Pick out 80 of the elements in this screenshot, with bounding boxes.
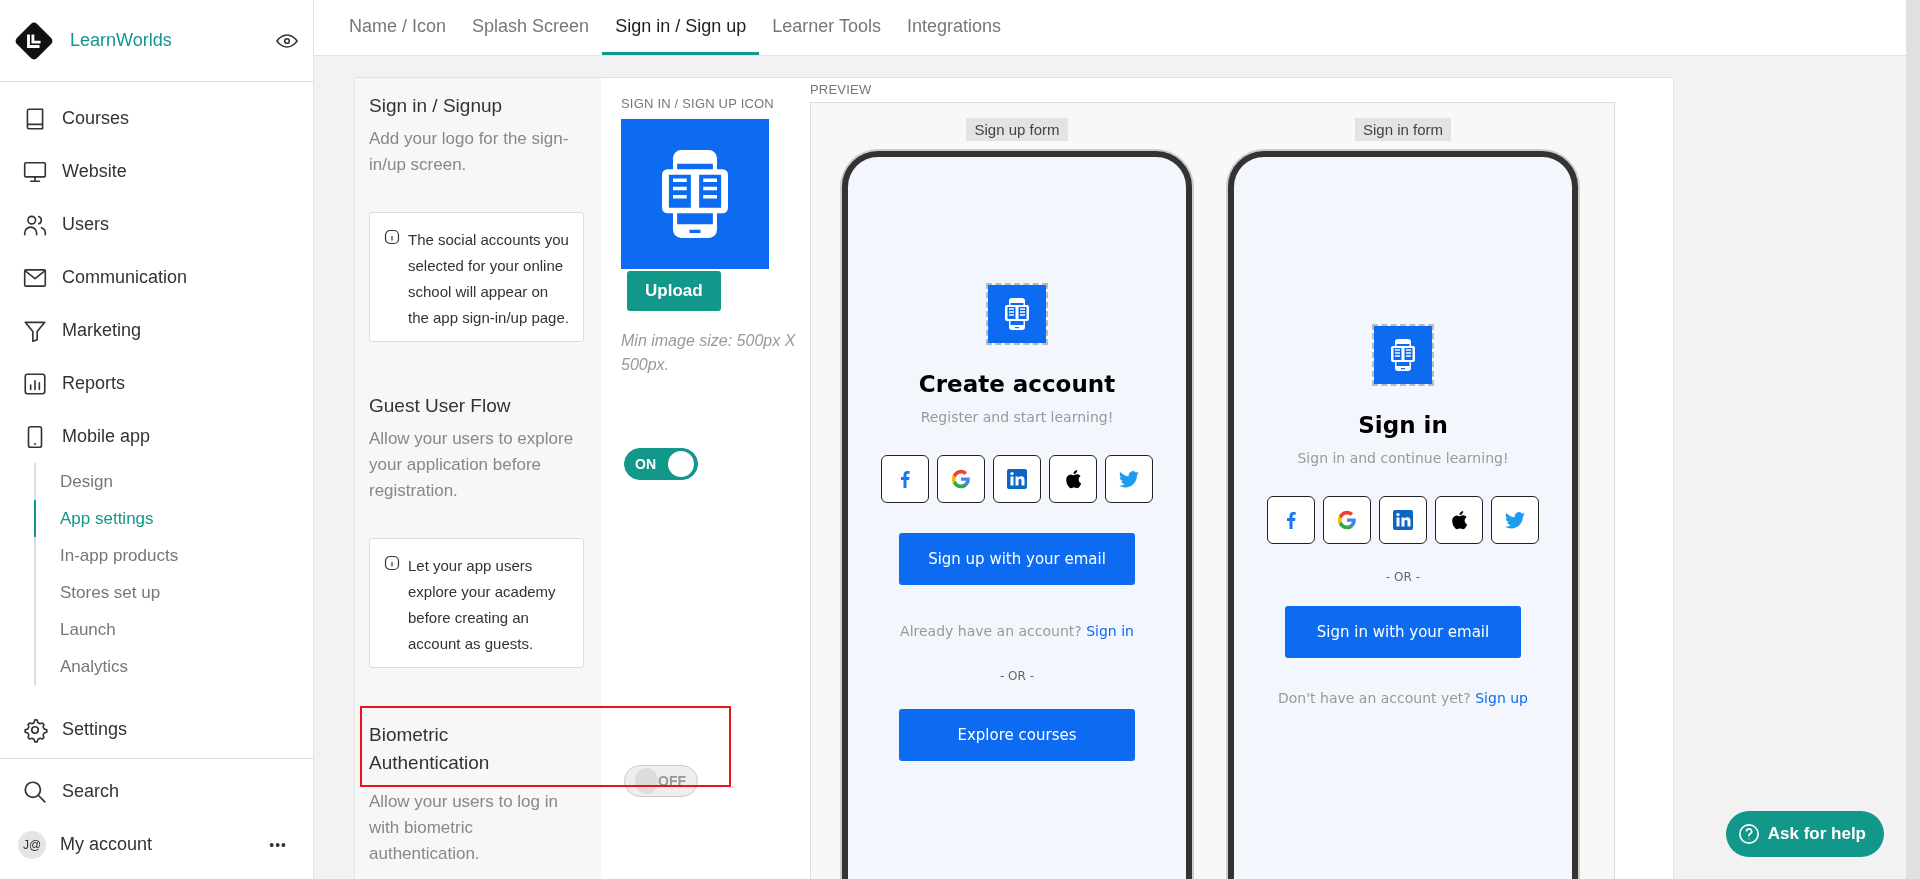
section-description: Allow your users to log in with biometric authentication. <box>369 791 559 865</box>
prompt-text: Don't have an account yet? <box>1278 690 1471 706</box>
tab[interactable]: Integrations <box>893 0 1015 55</box>
form-title: Sign in <box>1358 412 1448 438</box>
facebook-icon <box>1286 511 1296 529</box>
nav-item[interactable]: Website <box>0 145 313 198</box>
form-subtitle: Sign in and continue learning! <box>1297 450 1509 466</box>
form-button[interactable]: Sign in with your email <box>1285 606 1521 658</box>
info-icon <box>384 229 400 245</box>
linkedin-button[interactable] <box>1379 496 1427 544</box>
google-icon <box>950 468 972 490</box>
apple-button[interactable] <box>1049 455 1097 503</box>
submenu-item[interactable]: Launch <box>34 611 313 648</box>
scrollbar[interactable] <box>1906 0 1920 879</box>
twitter-button[interactable] <box>1105 455 1153 503</box>
tab[interactable]: Learner Tools <box>759 0 894 55</box>
facebook-button[interactable] <box>1267 496 1315 544</box>
upload-button[interactable]: Upload <box>627 271 721 311</box>
or-divider: - OR - <box>999 669 1035 683</box>
linkedin-icon <box>1007 469 1027 489</box>
google-button[interactable] <box>937 455 985 503</box>
tab[interactable]: Name / Icon <box>336 0 460 55</box>
form-subtitle: Register and start learning! <box>920 409 1114 425</box>
prompt-text: Already have an account? <box>900 623 1082 639</box>
twitter-icon <box>1505 511 1525 529</box>
submenu-item[interactable]: Analytics <box>34 648 313 685</box>
note-text: Let your app users explore your academy before creating an account as guests. <box>408 556 557 654</box>
twitter-button[interactable] <box>1491 496 1539 544</box>
help-button[interactable]: Ask for help <box>1725 811 1884 857</box>
form-title: Create account <box>918 371 1116 397</box>
settings-icon <box>22 716 48 743</box>
brand-name[interactable]: LearnWorlds <box>70 30 261 51</box>
account-label[interactable]: My account <box>60 834 256 855</box>
nav-item[interactable]: Users <box>0 198 313 251</box>
apple-button[interactable] <box>1435 496 1483 544</box>
chart-icon <box>22 370 48 397</box>
tab[interactable]: Sign in / Sign up <box>602 0 760 55</box>
nav-item[interactable]: Courses <box>0 92 313 145</box>
google-icon <box>1336 509 1358 531</box>
info-icon <box>384 555 400 571</box>
avatar[interactable]: J@ <box>18 830 46 859</box>
form-button[interactable]: Sign up with your email <box>899 533 1135 585</box>
section-title: Sign in / Signup <box>369 94 504 118</box>
preview-label: PREVIEW <box>810 82 873 97</box>
image-size-hint: Min image size: 500px X 500px. <box>621 331 797 375</box>
submenu-item[interactable]: In-app products <box>34 537 313 574</box>
form-link[interactable]: Sign in <box>1086 623 1134 639</box>
nav-item[interactable]: Settings <box>0 703 313 756</box>
toggle-switch[interactable]: ON <box>624 448 698 480</box>
search-item[interactable]: Search <box>0 765 313 818</box>
nav-item[interactable]: Reports <box>0 357 313 410</box>
apple-icon <box>1450 510 1468 530</box>
nav-item[interactable]: Marketing <box>0 304 313 357</box>
facebook-button[interactable] <box>881 455 929 503</box>
form-button[interactable]: Explore courses <box>899 709 1135 761</box>
submenu-item[interactable]: Stores set up <box>34 574 313 611</box>
google-button[interactable] <box>1323 496 1371 544</box>
nav-item[interactable]: Communication <box>0 251 313 304</box>
question-icon <box>1737 823 1760 845</box>
twitter-icon <box>1119 470 1139 488</box>
form-link[interactable]: Sign up <box>1475 690 1528 706</box>
facebook-icon <box>900 470 910 488</box>
submenu-item[interactable]: App settings <box>34 500 313 537</box>
section-description: Allow your users to explore your application before registration. <box>369 428 575 502</box>
field-label: SIGN IN / SIGN UP ICON <box>621 96 775 111</box>
apple-icon <box>1064 469 1082 489</box>
linkedin-button[interactable] <box>993 455 1041 503</box>
submenu-item[interactable]: Design <box>34 463 313 500</box>
section-title: Guest User Flow <box>369 394 512 418</box>
search-icon <box>22 778 48 805</box>
form-tag: Sign up form <box>966 118 1068 141</box>
or-divider: - OR - <box>1385 570 1421 584</box>
form-tag: Sign in form <box>1354 118 1451 141</box>
linkedin-icon <box>1393 510 1413 530</box>
more-menu[interactable]: ••• <box>269 836 313 853</box>
section-description: Add your logo for the sign-in/up screen. <box>369 128 570 176</box>
section-title: Biometric Authentication <box>369 723 491 775</box>
nav-item[interactable]: Mobile app <box>0 410 313 463</box>
tab[interactable]: Splash Screen <box>459 0 603 55</box>
note-text: The social accounts you selected for your online school will appear on the app sign-in/up page. <box>408 230 570 328</box>
